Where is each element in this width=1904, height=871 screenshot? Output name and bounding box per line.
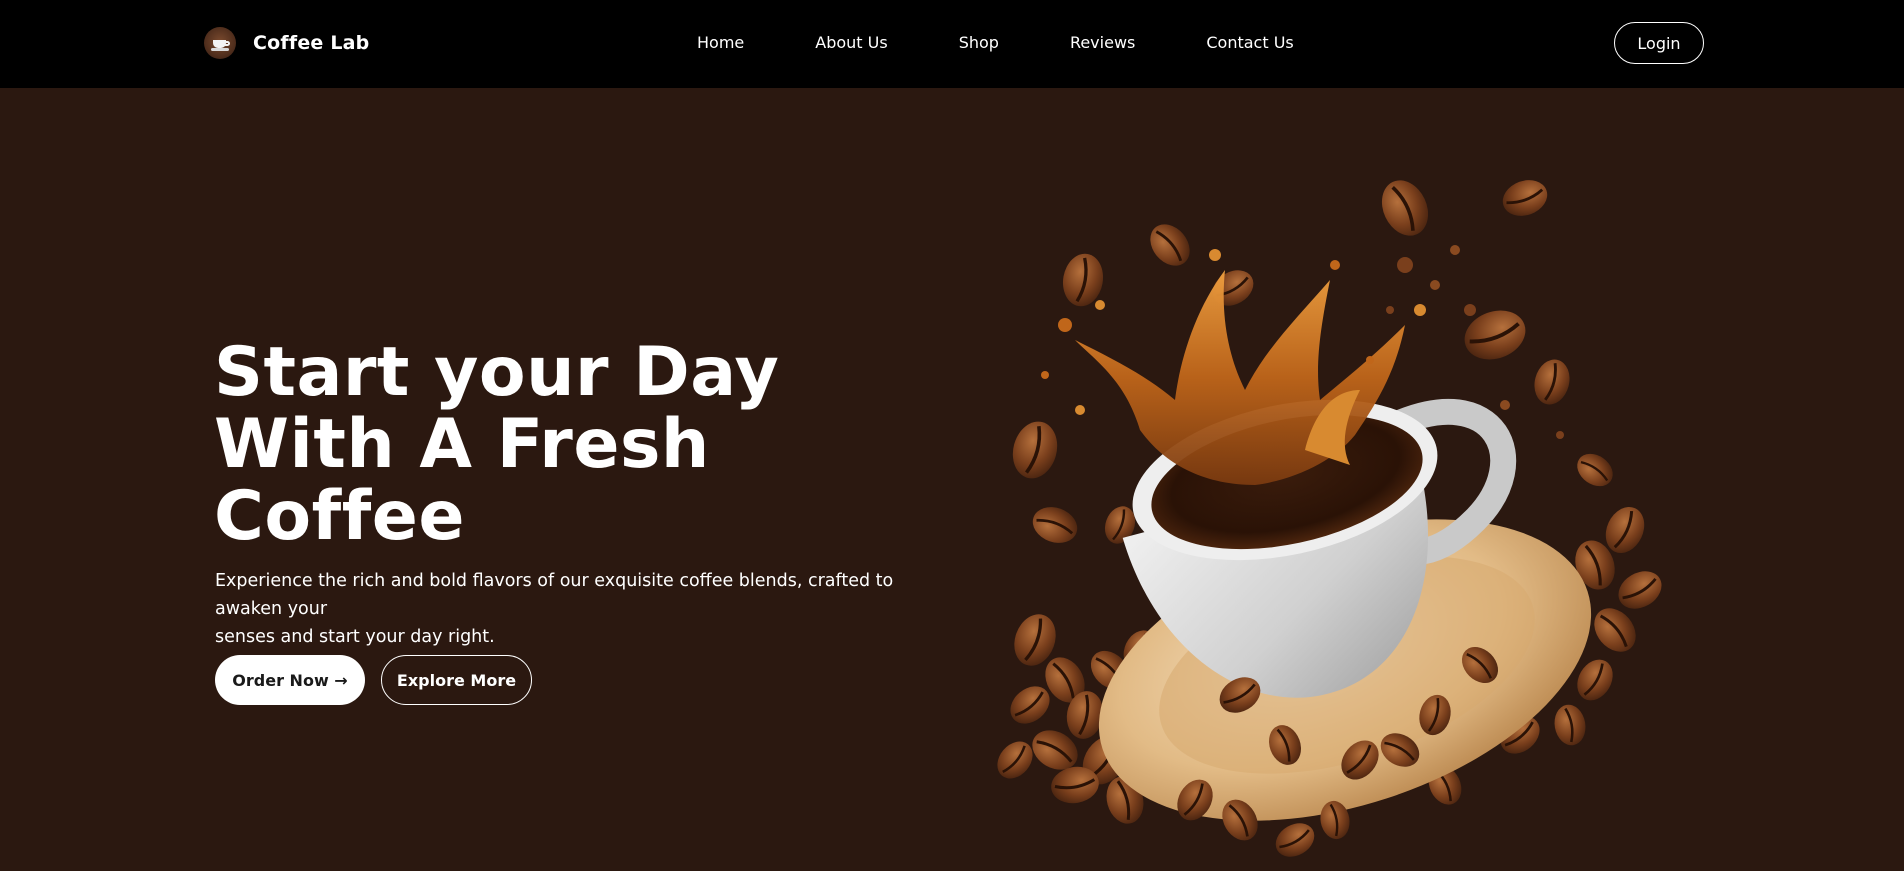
brand[interactable]: Coffee Lab bbox=[204, 26, 369, 60]
coffee-splash-image bbox=[988, 170, 1670, 865]
hero-title: Start your Day With A Fresh Coffee bbox=[214, 337, 854, 553]
nav-link-home[interactable]: Home bbox=[697, 30, 744, 56]
hero-title-line-3: Coffee bbox=[214, 477, 466, 556]
nav-links: Home About Us Shop Reviews Contact Us bbox=[697, 30, 1294, 56]
coffee-cup-icon bbox=[204, 27, 236, 59]
nav-link-contact-us[interactable]: Contact Us bbox=[1206, 30, 1293, 56]
login-button[interactable]: Login bbox=[1614, 22, 1704, 64]
hero-description-line-1: Experience the rich and bold flavors of … bbox=[215, 571, 894, 619]
nav-link-reviews[interactable]: Reviews bbox=[1070, 30, 1135, 56]
nav-link-shop[interactable]: Shop bbox=[959, 30, 999, 56]
hero-description-line-2: senses and start your day right. bbox=[215, 627, 495, 647]
order-now-button[interactable]: Order Now → bbox=[215, 655, 365, 705]
navbar: Coffee Lab Home About Us Shop Reviews Co… bbox=[0, 0, 1904, 88]
hero-description: Experience the rich and bold flavors of … bbox=[215, 567, 950, 651]
hero-title-line-1: Start your Day bbox=[214, 333, 780, 412]
brand-name: Coffee Lab bbox=[253, 32, 370, 54]
explore-more-button[interactable]: Explore More bbox=[381, 655, 532, 705]
nav-link-about-us[interactable]: About Us bbox=[815, 30, 887, 56]
hero-title-line-2: With A Fresh bbox=[214, 405, 710, 484]
